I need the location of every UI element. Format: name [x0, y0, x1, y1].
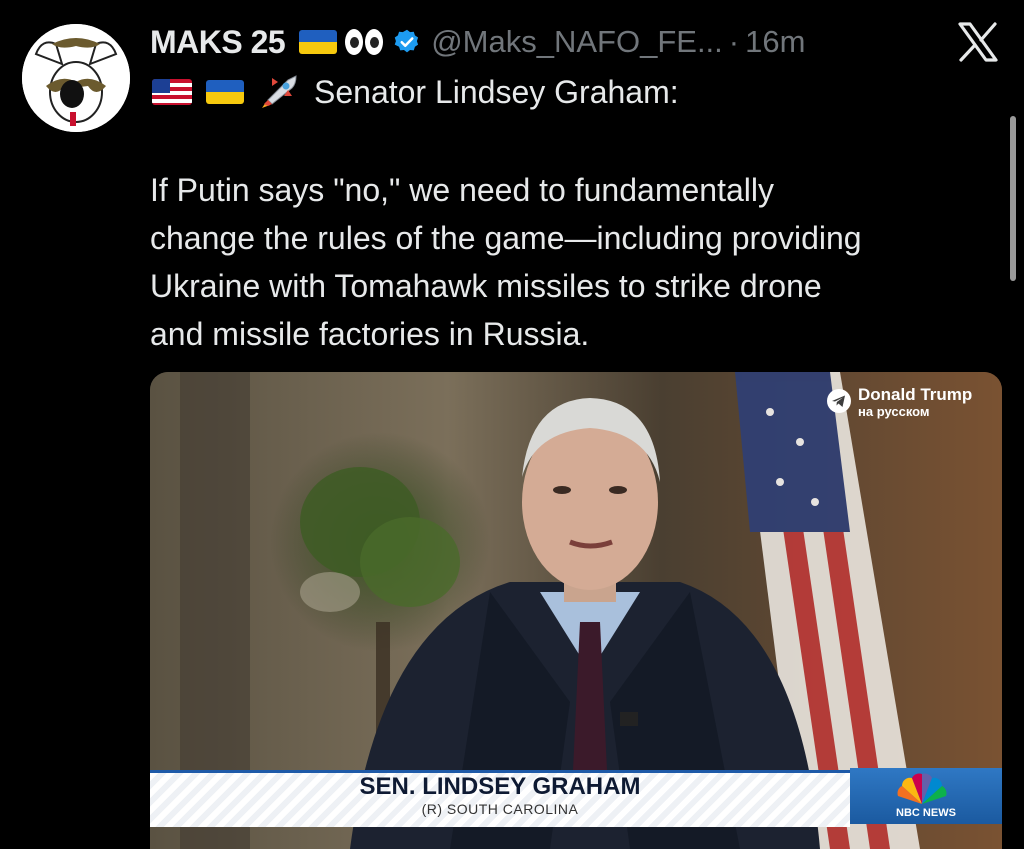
- news-lower-third: SEN. LINDSEY GRAHAM (R) SOUTH CAROLINA N…: [150, 768, 1002, 827]
- verified-badge-icon[interactable]: [393, 28, 421, 56]
- tweet-body-line: Ukraine with Tomahawk missiles to strike…: [150, 268, 822, 304]
- eyes-icon: [345, 29, 384, 55]
- nbc-peacock-icon: [897, 773, 947, 804]
- lower-third-name: SEN. LINDSEY GRAHAM: [359, 773, 641, 800]
- tweet-body-line: If Putin says "no," we need to fundament…: [150, 172, 774, 208]
- tweet-subline: Senator Lindsey Graham:: [152, 72, 679, 112]
- channel-watermark: Donald Trump на русском: [826, 386, 972, 420]
- tweet-media-video[interactable]: Donald Trump на русском SEN. LINDSEY GRA…: [150, 372, 1002, 849]
- scrollbar[interactable]: [1010, 116, 1016, 281]
- lower-third-subtitle: (R) SOUTH CAROLINA: [421, 801, 579, 817]
- tweet-body: If Putin says "no," we need to fundament…: [150, 166, 1000, 358]
- watermark-subtitle: на русском: [858, 404, 930, 419]
- flag-us-icon: [152, 79, 192, 105]
- tweet-timestamp[interactable]: 16m: [745, 24, 805, 60]
- rocket-icon: [262, 75, 297, 108]
- flag-ukraine-icon: [206, 80, 244, 104]
- tweet-header: MAKS 25 @Maks_NAFO_FE... · 16m: [150, 22, 805, 62]
- watermark-title: Donald Trump: [858, 385, 973, 404]
- tweet-body-line: and missile factories in Russia.: [150, 316, 590, 352]
- separator-dot: ·: [728, 24, 740, 59]
- tweet-body-line: change the rules of the game—including p…: [150, 220, 862, 256]
- tweet-subline-text: Senator Lindsey Graham:: [314, 73, 679, 110]
- x-logo-icon[interactable]: [956, 22, 1000, 62]
- author-handle[interactable]: @Maks_NAFO_FE...: [431, 24, 723, 60]
- telegram-icon: [827, 389, 851, 413]
- flag-ukraine-icon: [299, 30, 338, 54]
- author-display-name[interactable]: MAKS 25: [150, 24, 286, 61]
- avatar[interactable]: [22, 24, 130, 132]
- avatar-image: [22, 24, 130, 132]
- network-label: NBC NEWS: [896, 807, 956, 819]
